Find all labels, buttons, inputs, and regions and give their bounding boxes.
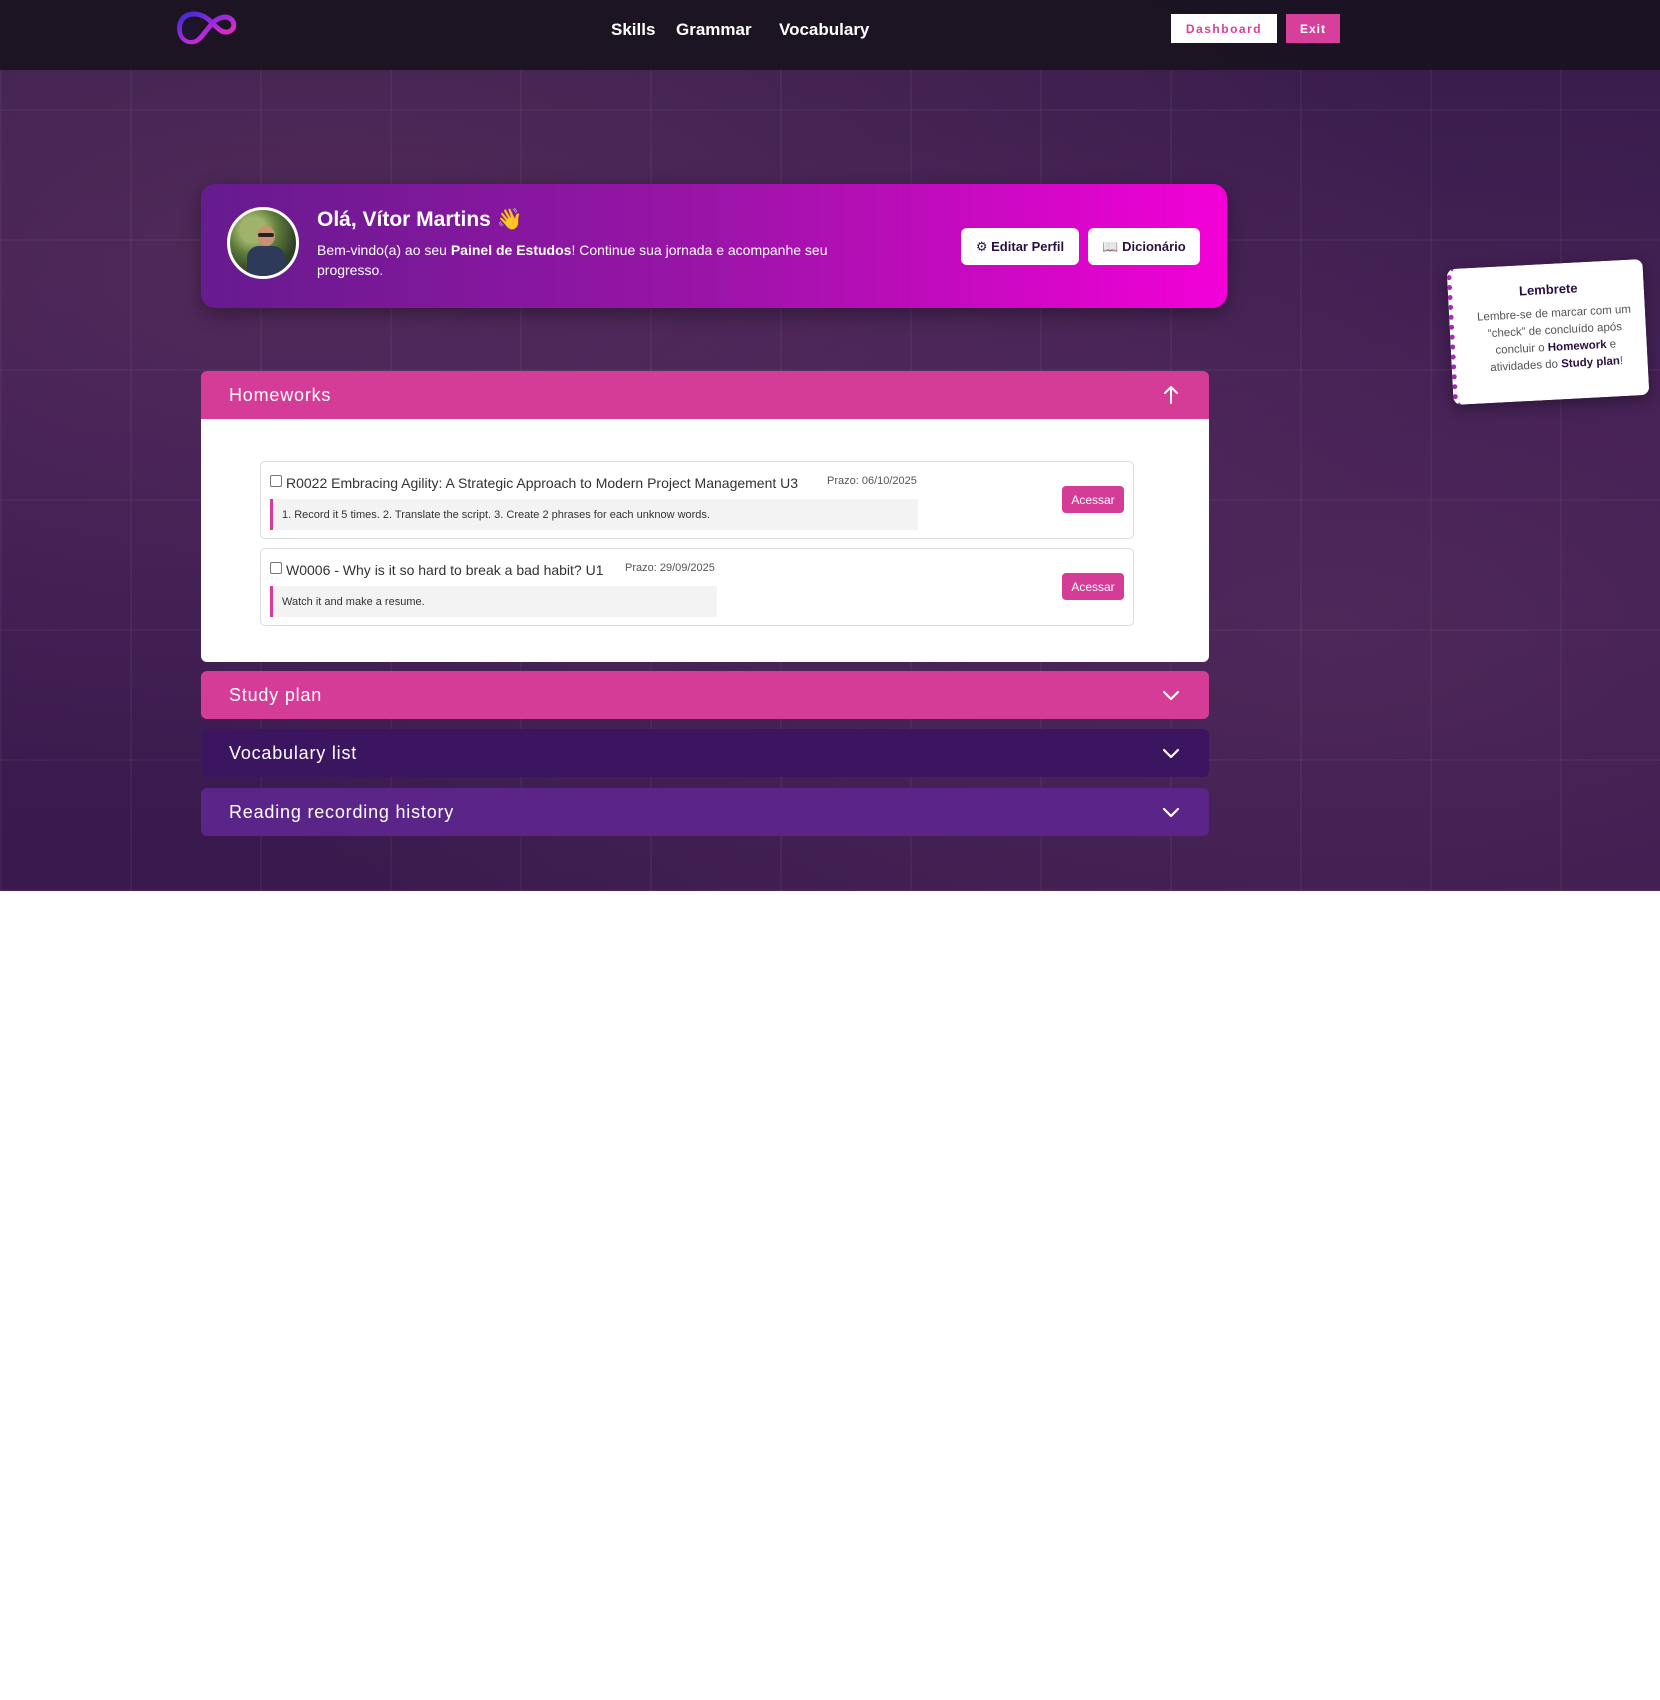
greeting-title: Olá, Vítor Martins 👋 xyxy=(317,208,523,231)
homework-title: W0006 - Why is it so hard to break a bad… xyxy=(286,562,604,578)
chevron-down-icon[interactable] xyxy=(1159,800,1183,824)
homeworks-accordion-header[interactable]: Homeworks xyxy=(201,371,1209,419)
homework-title: R0022 Embracing Agility: A Strategic App… xyxy=(286,475,799,491)
nav-grammar-link[interactable]: Grammar xyxy=(676,20,752,40)
welcome-text: Bem-vindo(a) ao seu Painel de Estudos! C… xyxy=(317,242,828,278)
edit-profile-button[interactable]: ⚙ Editar Perfil xyxy=(961,228,1079,265)
nav-skills-link[interactable]: Skills xyxy=(611,20,655,40)
profile-card: Olá, Vítor Martins 👋 Bem-vindo(a) ao seu… xyxy=(201,184,1227,308)
homework-description: Watch it and make a resume. xyxy=(270,586,717,617)
vocabulary-list-accordion-header[interactable]: Vocabulary list xyxy=(201,729,1209,777)
homework-deadline: Prazo: 06/10/2025 xyxy=(827,475,917,487)
homework-description: 1. Record it 5 times. 2. Translate the s… xyxy=(270,499,918,530)
reminder-title: Lembrete xyxy=(1518,280,1578,299)
study-plan-accordion-header[interactable]: Study plan xyxy=(201,671,1209,719)
dashboard-button[interactable]: Dashboard xyxy=(1171,14,1277,43)
homework-done-checkbox[interactable] xyxy=(270,475,282,487)
nav-vocabulary-link[interactable]: Vocabulary xyxy=(779,20,869,40)
avatar xyxy=(227,207,299,279)
homeworks-accordion-title: Homeworks xyxy=(229,384,332,405)
top-navbar: Skills Grammar Vocabulary Dashboard Exit xyxy=(0,0,1660,70)
reminder-note: Lembrete Lembre-se de marcar com um “che… xyxy=(1446,258,1650,406)
infinity-logo[interactable] xyxy=(174,6,238,50)
homework-item: R0022 Embracing Agility: A Strategic App… xyxy=(260,461,1134,539)
arrow-up-icon[interactable] xyxy=(1159,383,1183,407)
homework-deadline: Prazo: 29/09/2025 xyxy=(625,562,715,574)
chevron-down-icon[interactable] xyxy=(1159,741,1183,765)
dictionary-button[interactable]: 📖 Dicionário xyxy=(1088,228,1200,265)
vocabulary-list-accordion-title: Vocabulary list xyxy=(229,742,358,763)
reading-history-accordion-header[interactable]: Reading recording history xyxy=(201,788,1209,836)
homework-item: W0006 - Why is it so hard to break a bad… xyxy=(260,548,1134,626)
homework-done-checkbox[interactable] xyxy=(270,562,282,574)
access-button[interactable]: Acessar xyxy=(1062,486,1124,513)
reminder-text: Lembre-se de marcar com um “check” de co… xyxy=(1476,303,1632,375)
reading-history-accordion-title: Reading recording history xyxy=(229,801,455,822)
access-button[interactable]: Acessar xyxy=(1062,573,1124,600)
exit-button[interactable]: Exit xyxy=(1286,14,1340,43)
study-plan-accordion-title: Study plan xyxy=(229,684,323,705)
chevron-down-icon[interactable] xyxy=(1159,683,1183,707)
homeworks-accordion-body: R0022 Embracing Agility: A Strategic App… xyxy=(201,419,1209,662)
